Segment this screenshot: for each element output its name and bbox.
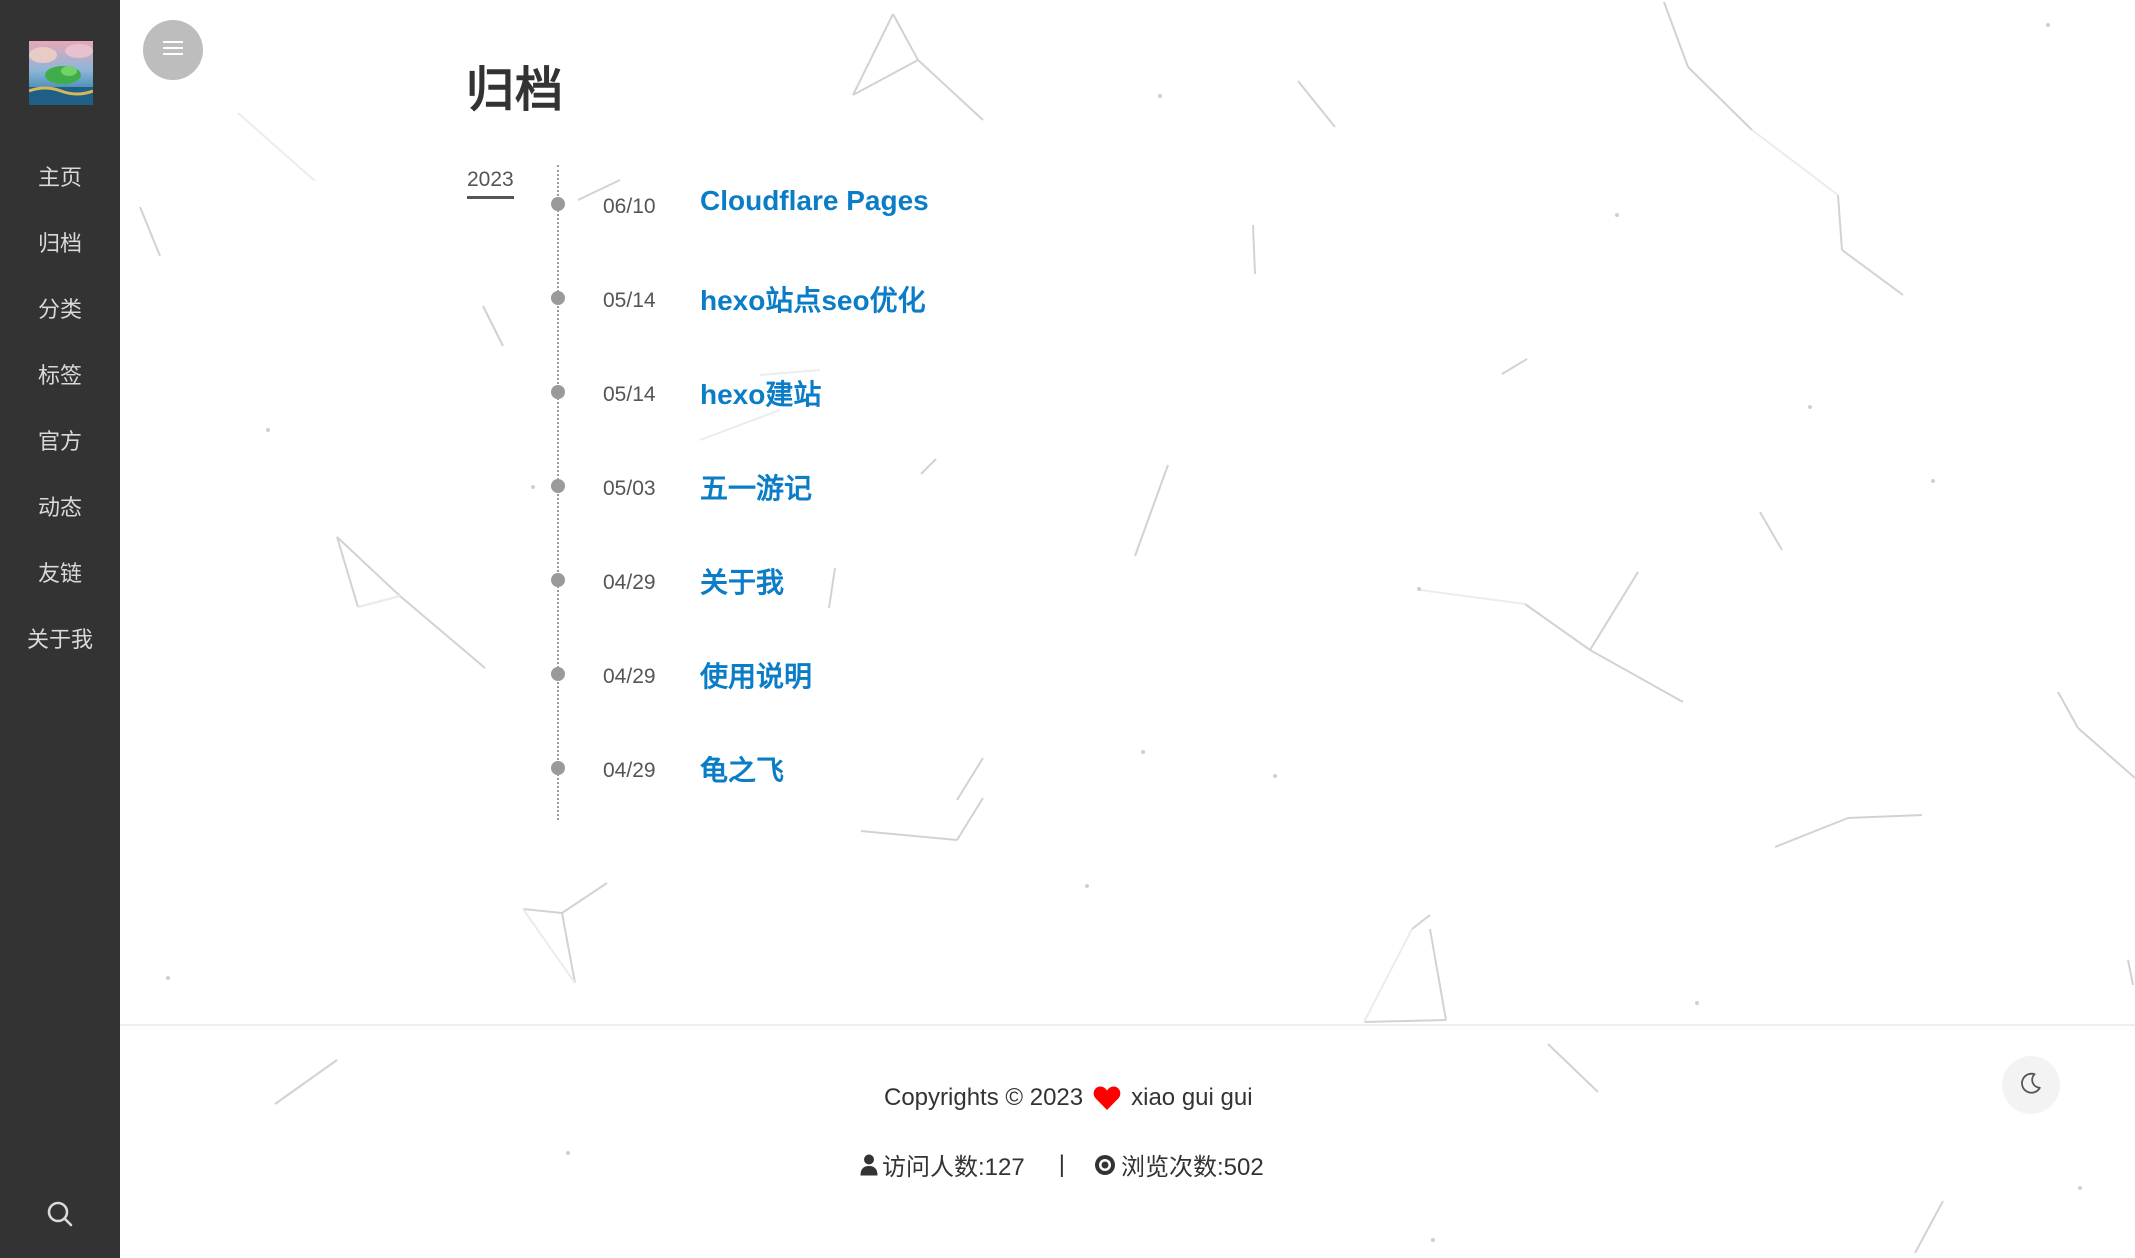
post-title-link[interactable]: Cloudflare Pages	[700, 185, 929, 217]
post-title-link[interactable]: 龟之飞	[700, 749, 784, 789]
post-date: 05/14	[603, 383, 656, 406]
post-title-link[interactable]: hexo建站	[700, 373, 821, 413]
menu-toggle-button[interactable]	[143, 20, 203, 80]
post-date: 04/29	[603, 665, 656, 688]
post-date: 06/10	[603, 195, 656, 218]
visitor-count: 访问人数:127	[882, 1154, 1025, 1181]
timeline-dot	[551, 479, 565, 493]
archive-post: 06/10 Cloudflare Pages	[0, 184, 1200, 224]
post-date: 05/03	[603, 477, 656, 500]
heart-icon	[1093, 1085, 1121, 1111]
post-title-link[interactable]: hexo站点seo优化	[700, 279, 926, 319]
timeline-dot	[551, 197, 565, 211]
sidebar-nav: 主页 归档 分类 标签 官方 动态 友链 关于我	[0, 155, 120, 683]
moon-icon	[2019, 1071, 2043, 1100]
footer-copyright: Copyrights © 2023 xiao gui gui	[884, 1084, 1253, 1112]
post-date: 05/14	[603, 289, 656, 312]
author-name: xiao gui gui	[1131, 1084, 1253, 1111]
archive-post: 05/14 hexo建站	[0, 372, 1200, 412]
eye-icon	[1093, 1154, 1117, 1175]
timeline-dot	[551, 291, 565, 305]
timeline-dot	[551, 573, 565, 587]
footer-stats: 访问人数:127 | 浏览次数:502	[860, 1147, 1264, 1182]
copyright-text: Copyrights © 2023	[884, 1084, 1084, 1111]
archive-post: 04/29 关于我	[0, 560, 1200, 600]
post-title-link[interactable]: 关于我	[700, 561, 784, 601]
archive-post: 05/03 五一游记	[0, 466, 1200, 506]
post-title-link[interactable]: 使用说明	[700, 655, 812, 695]
timeline-dot	[551, 761, 565, 775]
menu-icon	[162, 39, 184, 62]
timeline-dot	[551, 667, 565, 681]
post-title-link[interactable]: 五一游记	[700, 467, 812, 507]
post-date: 04/29	[603, 759, 656, 782]
page-view-count: 浏览次数:502	[1120, 1154, 1264, 1181]
search-icon[interactable]	[44, 1198, 76, 1230]
archive-post: 04/29 龟之飞	[0, 748, 1200, 788]
timeline-dot	[551, 385, 565, 399]
user-icon	[860, 1154, 878, 1176]
archive-post: 05/14 hexo站点seo优化	[0, 278, 1200, 318]
stats-separator: |	[1058, 1150, 1065, 1178]
page-title: 归档	[466, 64, 565, 117]
post-date: 04/29	[603, 571, 656, 594]
footer-divider	[120, 1024, 2135, 1026]
avatar-image[interactable]	[29, 41, 93, 105]
archive-post: 04/29 使用说明	[0, 654, 1200, 694]
theme-toggle-button[interactable]	[2002, 1056, 2060, 1114]
